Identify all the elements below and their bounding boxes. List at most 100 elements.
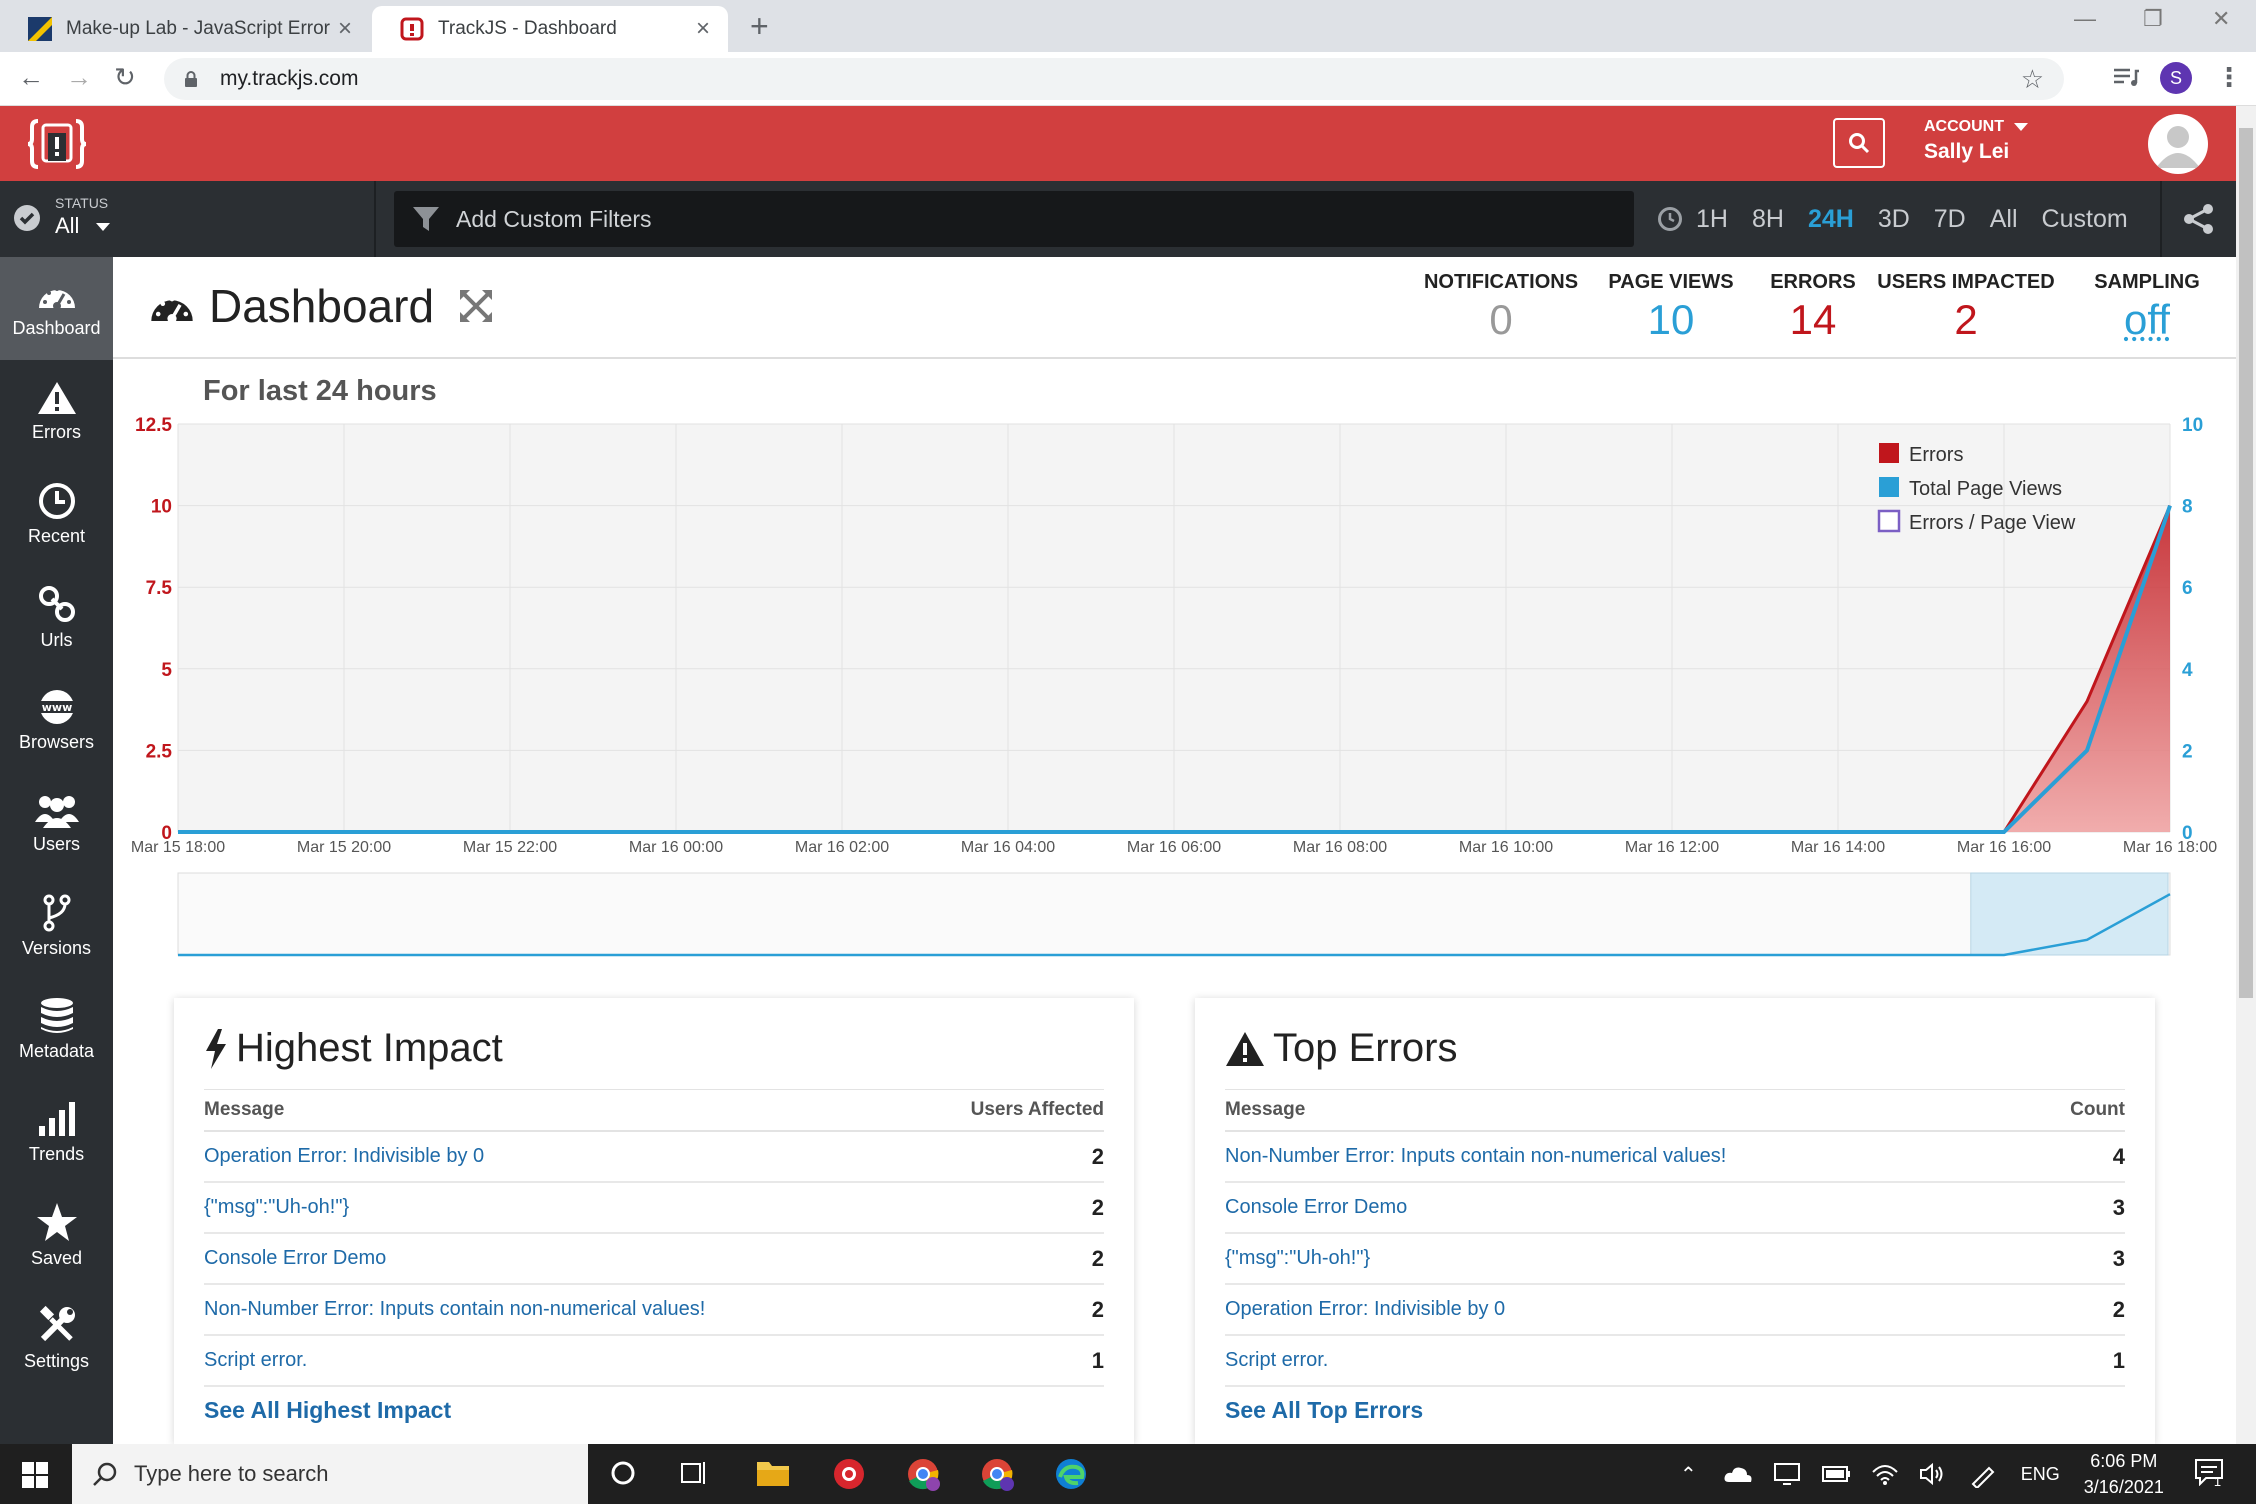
table-row[interactable]: Console Error Demo 2 <box>204 1234 1104 1285</box>
table-row[interactable]: Non-Number Error: Inputs contain non-num… <box>1225 1132 2125 1183</box>
col-message[interactable]: Message <box>204 1099 284 1121</box>
display-icon[interactable] <box>1773 1462 1801 1486</box>
table-row[interactable]: Operation Error: Indivisible by 0 2 <box>204 1132 1104 1183</box>
nav-users[interactable]: Users <box>0 772 113 875</box>
onedrive-cloud-icon[interactable] <box>1723 1464 1753 1484</box>
range-1h[interactable]: 1H <box>1696 205 1728 234</box>
table-row[interactable]: Script error. 1 <box>204 1336 1104 1387</box>
trackjs-logo[interactable] <box>0 106 113 181</box>
nav-browsers[interactable]: www Browsers <box>0 669 113 772</box>
range-8h[interactable]: 8H <box>1752 205 1784 234</box>
col-users-affected[interactable]: Users Affected <box>971 1099 1104 1121</box>
browser-tab-makeup-lab[interactable]: Make-up Lab - JavaScript Error H × <box>0 6 370 52</box>
close-window-icon[interactable]: ✕ <box>2212 6 2230 32</box>
range-3d[interactable]: 3D <box>1878 205 1910 234</box>
forward-icon[interactable]: → <box>66 62 92 93</box>
nav-urls[interactable]: Urls <box>0 566 113 669</box>
table-row[interactable]: Console Error Demo 3 <box>1225 1183 2125 1234</box>
error-message-link[interactable]: Operation Error: Indivisible by 0 <box>204 1145 484 1168</box>
error-message-link[interactable]: {"msg":"Uh-oh!"} <box>1225 1247 1370 1270</box>
nav-saved[interactable]: Saved <box>0 1184 113 1287</box>
error-message-link[interactable]: Operation Error: Indivisible by 0 <box>1225 1298 1505 1321</box>
nav-dashboard[interactable]: Dashboard <box>0 257 113 360</box>
nav-trends[interactable]: Trends <box>0 1081 113 1184</box>
custom-filters-input[interactable]: Add Custom Filters <box>394 191 1634 247</box>
stat-errors[interactable]: ERRORS 14 <box>1753 271 1873 344</box>
col-count[interactable]: Count <box>2070 1099 2125 1121</box>
bookmark-star-icon[interactable]: ☆ <box>2021 64 2044 95</box>
profile-avatar[interactable]: S <box>2160 62 2192 94</box>
error-message-link[interactable]: Console Error Demo <box>1225 1196 1407 1219</box>
error-message-link[interactable]: Non-Number Error: Inputs contain non-num… <box>204 1298 705 1321</box>
nav-settings[interactable]: Settings <box>0 1287 113 1390</box>
pen-icon[interactable] <box>1969 1460 1997 1488</box>
table-row[interactable]: Script error. 1 <box>1225 1336 2125 1387</box>
reload-icon[interactable]: ↻ <box>114 62 136 93</box>
wifi-icon[interactable] <box>1871 1462 1899 1486</box>
error-message-link[interactable]: {"msg":"Uh-oh!"} <box>204 1196 349 1219</box>
language-indicator[interactable]: ENG <box>2021 1464 2060 1485</box>
stat-users-impacted[interactable]: USERS IMPACTED 2 <box>1875 271 2057 344</box>
url-field[interactable]: my.trackjs.com ☆ <box>164 58 2064 100</box>
clock[interactable]: 6:06 PM 3/16/2021 <box>2084 1448 2164 1500</box>
y-right-tick-label: 2 <box>2182 741 2193 762</box>
nav-errors[interactable]: Errors <box>0 360 113 463</box>
status-filter[interactable]: STATUS All <box>0 181 376 257</box>
table-row[interactable]: {"msg":"Uh-oh!"} 2 <box>204 1183 1104 1234</box>
task-view-icon[interactable] <box>680 1460 708 1486</box>
media-control-icon[interactable] <box>2112 66 2140 90</box>
close-tab-icon[interactable]: × <box>696 15 710 43</box>
col-message[interactable]: Message <box>1225 1099 1305 1121</box>
error-message-link[interactable]: Script error. <box>204 1349 307 1372</box>
share-button[interactable] <box>2160 181 2236 257</box>
error-message-link[interactable]: Script error. <box>1225 1349 1328 1372</box>
show-hidden-icons-icon[interactable]: ⌃ <box>1680 1462 1697 1487</box>
restore-icon[interactable]: ❐ <box>2143 6 2163 32</box>
file-explorer-icon[interactable] <box>756 1458 790 1488</box>
stat-label: USERS IMPACTED <box>1877 271 2055 293</box>
volume-icon[interactable] <box>1919 1462 1945 1486</box>
tab-title: TrackJS - Dashboard <box>438 18 617 39</box>
screen-recorder-icon[interactable] <box>832 1457 866 1491</box>
range-7d[interactable]: 7D <box>1934 205 1966 234</box>
scrollbar-thumb[interactable] <box>2239 128 2253 998</box>
nav-metadata[interactable]: Metadata <box>0 978 113 1081</box>
range-all[interactable]: All <box>1990 205 2018 234</box>
chrome-profile-icon[interactable] <box>906 1457 940 1491</box>
close-tab-icon[interactable]: × <box>338 15 352 43</box>
new-tab-icon[interactable]: + <box>750 8 769 45</box>
range-24h[interactable]: 24H <box>1808 205 1854 234</box>
table-row[interactable]: Operation Error: Indivisible by 0 2 <box>1225 1285 2125 1336</box>
stat-page-views[interactable]: PAGE VIEWS 10 <box>1586 271 1756 344</box>
error-message-link[interactable]: Console Error Demo <box>204 1247 386 1270</box>
table-row[interactable]: Non-Number Error: Inputs contain non-num… <box>204 1285 1104 1336</box>
cortana-icon[interactable] <box>610 1460 636 1486</box>
errors-pageviews-chart[interactable]: Mar 15 18:00 Mar 15 20:00 Mar 15 22:00 Mar … <box>113 405 2236 975</box>
system-tray: ⌃ ENG 6:06 PM 3/16/2021 1 <box>1680 1444 2224 1504</box>
account-menu[interactable]: ACCOUNT Sally Lei <box>1924 118 2029 164</box>
battery-icon[interactable] <box>1821 1465 1851 1483</box>
error-message-link[interactable]: Non-Number Error: Inputs contain non-num… <box>1225 1145 1726 1168</box>
notification-center[interactable]: 1 <box>2194 1458 2224 1491</box>
user-avatar[interactable] <box>2148 114 2208 174</box>
table-row[interactable]: {"msg":"Uh-oh!"} 3 <box>1225 1234 2125 1285</box>
browser-tab-trackjs[interactable]: TrackJS - Dashboard × <box>372 6 728 52</box>
see-all-highest-impact-link[interactable]: See All Highest Impact <box>204 1397 1104 1424</box>
browser-menu-icon[interactable]: ⋮ <box>2216 62 2242 93</box>
expand-icon[interactable] <box>458 288 494 324</box>
chrome-icon[interactable] <box>980 1457 1014 1491</box>
stat-notifications[interactable]: NOTIFICATIONS 0 <box>1401 271 1601 344</box>
page-scrollbar[interactable] <box>2236 106 2256 1444</box>
see-all-top-errors-link[interactable]: See All Top Errors <box>1225 1397 2125 1424</box>
range-custom[interactable]: Custom <box>2042 205 2128 234</box>
search-button[interactable] <box>1833 118 1885 168</box>
row-count: 2 <box>2112 1296 2125 1322</box>
minimize-icon[interactable]: — <box>2074 6 2096 32</box>
taskbar-search[interactable]: Type here to search <box>72 1444 588 1504</box>
edge-icon[interactable] <box>1054 1457 1088 1491</box>
nav-versions[interactable]: Versions <box>0 875 113 978</box>
stat-sampling[interactable]: SAMPLING off <box>2087 271 2207 344</box>
back-icon[interactable]: ← <box>18 62 44 93</box>
windows-start-icon[interactable] <box>22 1462 48 1488</box>
nav-recent[interactable]: Recent <box>0 463 113 566</box>
